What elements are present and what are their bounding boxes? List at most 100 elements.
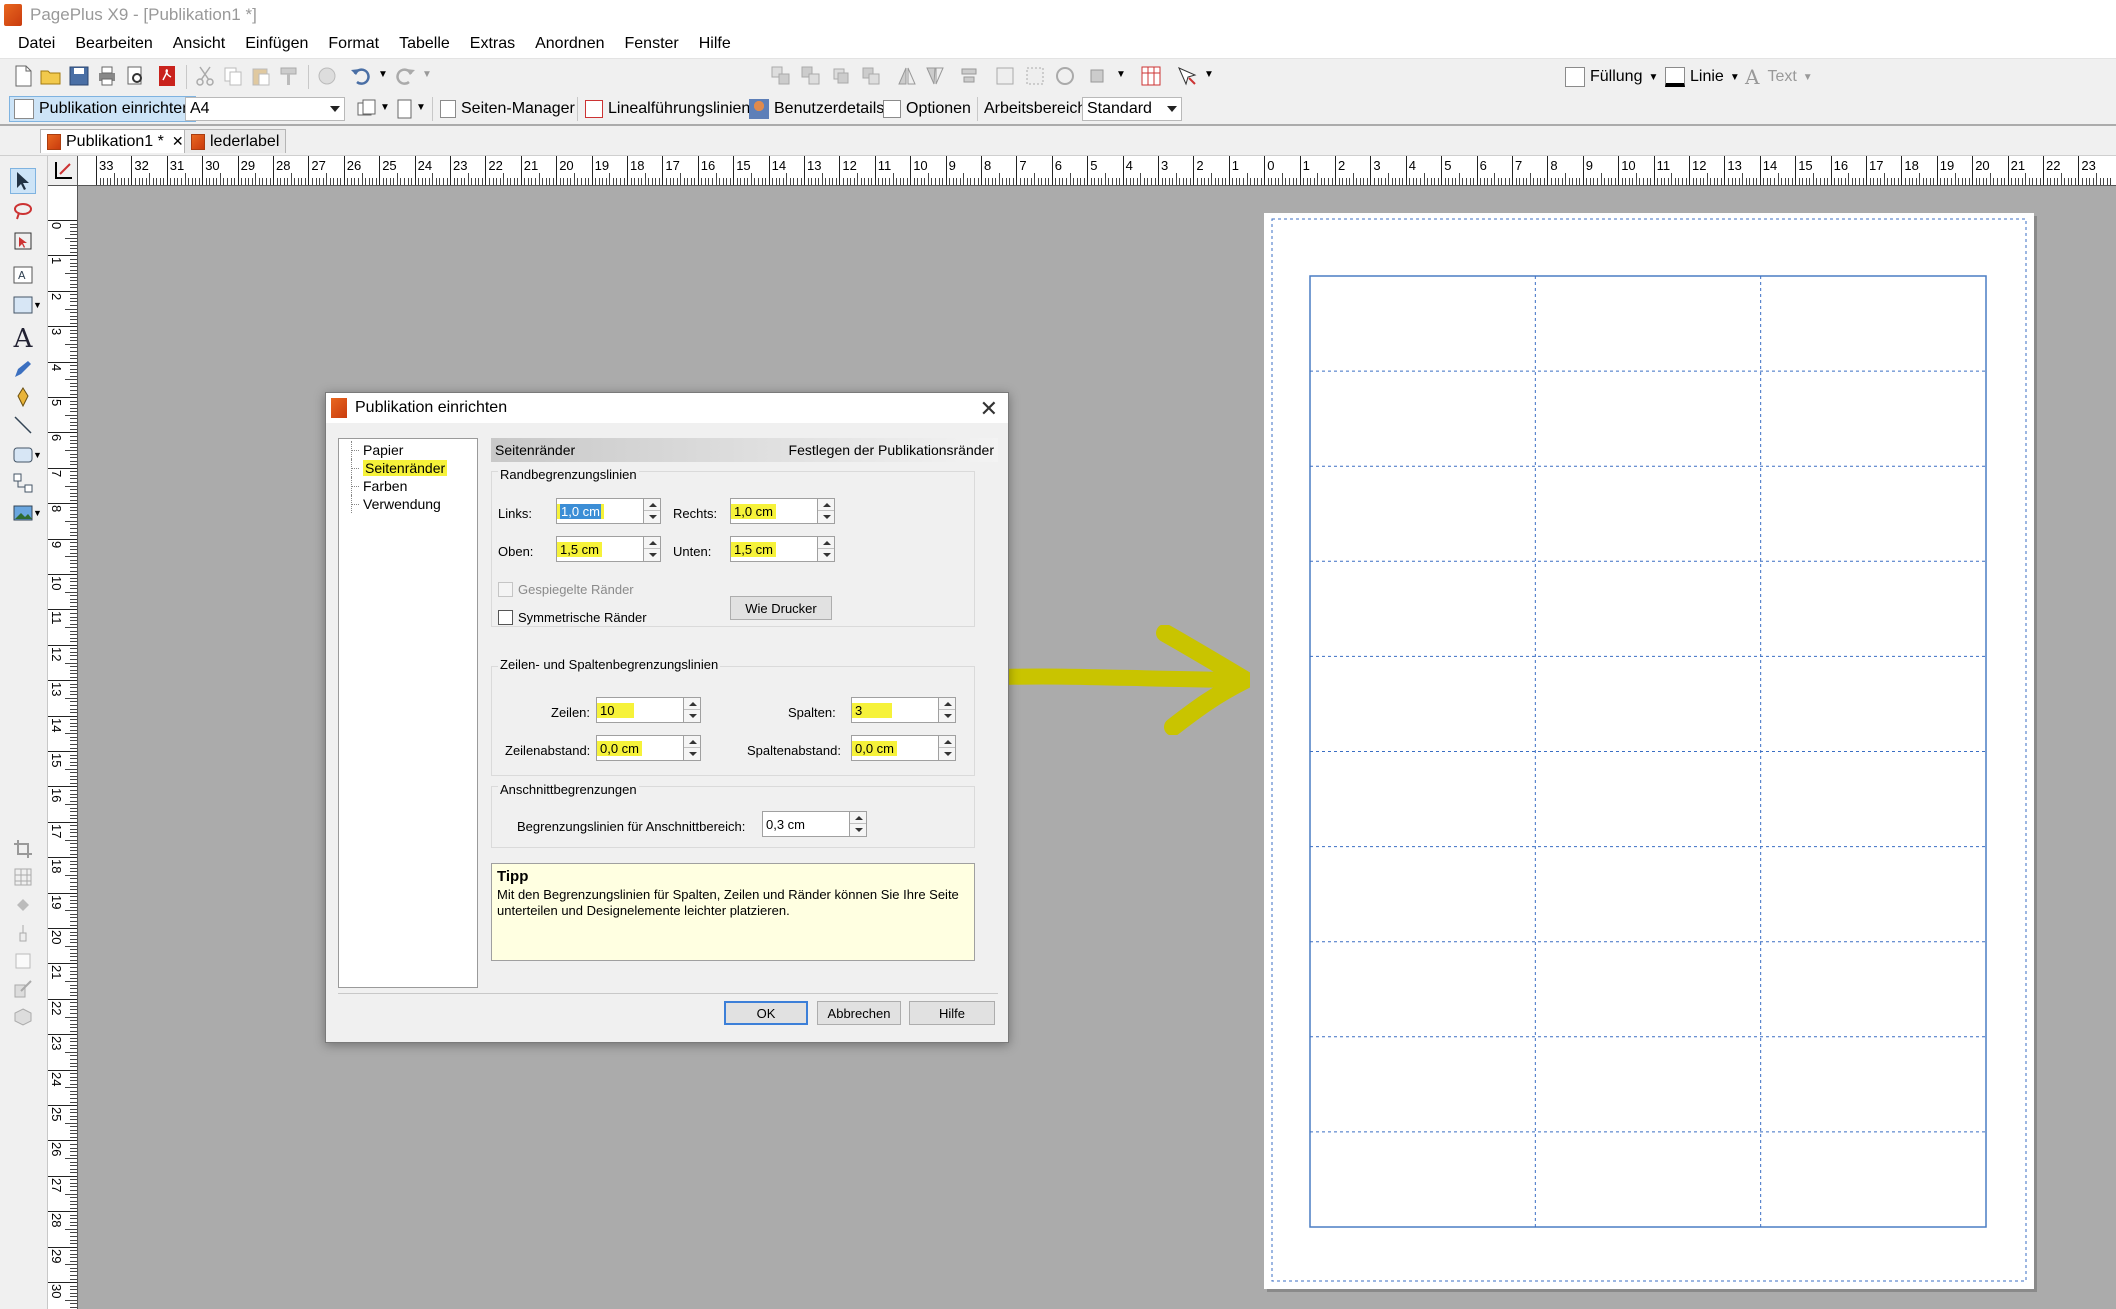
nav-item-verwendung[interactable]: Verwendung: [339, 495, 477, 513]
menu-datei[interactable]: Datei: [8, 35, 65, 53]
spin-up-icon[interactable]: [818, 499, 834, 511]
vertical-ruler[interactable]: 0 1 2 3 4 5 6 7 8 9 10 11 12 13 14 15 16 17 18 19 20 21 22 23 24…: [48, 186, 78, 1309]
menu-anordnen[interactable]: Anordnen: [525, 35, 614, 53]
layout-guides-icon[interactable]: [1140, 65, 1162, 87]
menu-ansicht[interactable]: Ansicht: [163, 35, 235, 53]
object-icon[interactable]: [316, 65, 338, 87]
column-gap-spinner[interactable]: [938, 735, 956, 761]
close-icon[interactable]: ✕: [980, 396, 998, 422]
spin-down-icon[interactable]: [818, 549, 834, 561]
align-icon[interactable]: [958, 65, 980, 87]
bottom-margin-spinner[interactable]: [817, 536, 835, 562]
redo-dropdown-icon[interactable]: ▼: [422, 69, 432, 80]
format-painter-icon[interactable]: [278, 65, 300, 87]
nav-item-papier[interactable]: Papier: [339, 441, 477, 459]
lasso-tool-icon[interactable]: [10, 198, 36, 224]
columns-spinner[interactable]: [938, 697, 956, 723]
rows-input[interactable]: 10: [596, 697, 701, 723]
connector-tool-icon[interactable]: [10, 470, 36, 496]
replicate-tool-icon[interactable]: [10, 976, 36, 1002]
tab-publikation1[interactable]: Publikation1 * ✕: [40, 129, 191, 153]
pen-tool-icon[interactable]: [10, 384, 36, 410]
horizontal-ruler[interactable]: 33 32 31 30 29 28 27 26 25 24 23 22 21 20 19 18 17 16 15 14…: [78, 156, 2116, 186]
publication-page[interactable]: [1264, 213, 2034, 1289]
spin-down-icon[interactable]: [644, 511, 660, 523]
fill-button[interactable]: Füllung ▼: [1565, 64, 1658, 90]
3d-tool-icon[interactable]: [10, 1004, 36, 1030]
wrap-dropdown-icon[interactable]: ▼: [1116, 69, 1126, 80]
undo-dropdown-icon[interactable]: ▼: [378, 69, 388, 80]
bottom-margin-input[interactable]: 1,5 cm: [730, 536, 835, 562]
rows-spinner[interactable]: [683, 697, 701, 723]
bring-forward-icon[interactable]: [800, 65, 822, 87]
picture-tool-dropdown-icon[interactable]: ▼: [33, 508, 42, 518]
spin-down-icon[interactable]: [644, 549, 660, 561]
undo-icon[interactable]: [350, 65, 372, 87]
fill-tool-icon[interactable]: [10, 892, 36, 918]
frame-tool-icon[interactable]: [10, 948, 36, 974]
crop-tool-icon[interactable]: [10, 836, 36, 862]
columns-input[interactable]: 3: [851, 697, 956, 723]
menu-format[interactable]: Format: [318, 35, 389, 53]
ruler-guides-button[interactable]: Linealführungslinien: [585, 96, 750, 122]
save-icon[interactable]: [68, 65, 90, 87]
spin-up-icon[interactable]: [644, 499, 660, 511]
pointer-tool-icon[interactable]: [10, 168, 36, 194]
table-tool-dropdown-icon[interactable]: ▼: [33, 300, 42, 310]
snapping-icon[interactable]: [1176, 65, 1198, 87]
cancel-button[interactable]: Abbrechen: [817, 1001, 901, 1025]
artistic-text-tool-icon[interactable]: A: [10, 324, 36, 354]
text-button[interactable]: A Text ▼: [1745, 64, 1813, 90]
menu-bearbeiten[interactable]: Bearbeiten: [65, 35, 162, 53]
orientation-dropdown-icon[interactable]: ▼: [380, 102, 390, 113]
spin-up-icon[interactable]: [684, 736, 700, 748]
workspace-select[interactable]: Standard: [1082, 97, 1182, 121]
group-icon[interactable]: [994, 65, 1016, 87]
top-margin-input[interactable]: 1,5 cm: [556, 536, 661, 562]
spin-up-icon[interactable]: [850, 812, 866, 824]
row-gap-spinner[interactable]: [683, 735, 701, 761]
menu-fenster[interactable]: Fenster: [615, 35, 689, 53]
spin-up-icon[interactable]: [818, 537, 834, 549]
flip-vertical-icon[interactable]: [924, 65, 946, 87]
like-printer-button[interactable]: Wie Drucker: [730, 596, 832, 620]
spin-up-icon[interactable]: [644, 537, 660, 549]
send-backward-icon[interactable]: [830, 65, 852, 87]
mirrored-margins-checkbox[interactable]: [498, 582, 513, 597]
bleed-spinner[interactable]: [849, 811, 867, 837]
spin-down-icon[interactable]: [939, 748, 955, 760]
line-tool-icon[interactable]: [10, 412, 36, 438]
copy-icon[interactable]: [222, 65, 244, 87]
rotate-icon[interactable]: [1054, 65, 1076, 87]
left-margin-input[interactable]: 1,0 cm: [556, 498, 661, 524]
column-gap-input[interactable]: 0,0 cm: [851, 735, 956, 761]
ok-button[interactable]: OK: [724, 1001, 808, 1025]
bleed-input[interactable]: 0,3 cm: [762, 811, 867, 837]
menu-einfuegen[interactable]: Einfügen: [235, 35, 318, 53]
top-margin-spinner[interactable]: [643, 536, 661, 562]
redo-icon[interactable]: [394, 65, 416, 87]
mesh-warp-tool-icon[interactable]: [10, 864, 36, 890]
spin-down-icon[interactable]: [939, 710, 955, 722]
spin-down-icon[interactable]: [850, 824, 866, 836]
line-button[interactable]: Linie ▼: [1665, 64, 1740, 90]
spin-up-icon[interactable]: [939, 698, 955, 710]
menu-extras[interactable]: Extras: [460, 35, 525, 53]
options-button[interactable]: Optionen: [883, 96, 971, 122]
transparency-tool-icon[interactable]: [10, 920, 36, 946]
ungroup-icon[interactable]: [1024, 65, 1046, 87]
dialog-title-bar[interactable]: Publikation einrichten ✕: [326, 393, 1008, 423]
wrap-icon[interactable]: [1088, 65, 1110, 87]
orientation-icon[interactable]: [356, 98, 378, 120]
cut-icon[interactable]: [194, 65, 216, 87]
left-margin-spinner[interactable]: [643, 498, 661, 524]
spin-down-icon[interactable]: [818, 511, 834, 523]
page-facing-icon[interactable]: [394, 98, 416, 120]
paper-size-select[interactable]: A4: [185, 97, 345, 121]
print-preview-icon[interactable]: [124, 65, 146, 87]
send-back-icon[interactable]: [860, 65, 882, 87]
tab-close-icon[interactable]: ✕: [172, 133, 184, 150]
tab-lederlabel[interactable]: lederlabel: [184, 129, 287, 153]
help-button[interactable]: Hilfe: [909, 1001, 995, 1025]
row-gap-input[interactable]: 0,0 cm: [596, 735, 701, 761]
